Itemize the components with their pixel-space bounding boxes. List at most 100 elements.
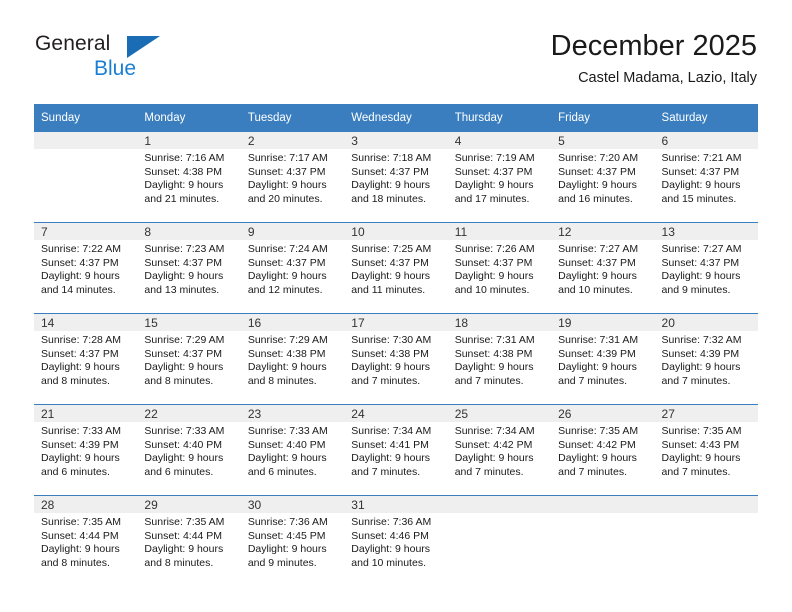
day-detail-line: and 7 minutes. <box>454 374 524 387</box>
day-details <box>448 513 551 516</box>
day-number: 25 <box>447 405 552 422</box>
calendar-day-cell[interactable]: 8 Sunrise: 7:23 AM Sunset: 4:37 PM Daylight… <box>137 222 241 314</box>
day-number: 18 <box>447 314 552 331</box>
day-details: Sunrise: 7:31 AM Sunset: 4:38 PM Daylight:… <box>448 331 551 388</box>
day-detail-line: Daylight: 9 hours <box>661 270 741 283</box>
day-details: Sunrise: 7:32 AM Sunset: 4:39 PM Daylight:… <box>655 331 758 388</box>
day-number: 23 <box>240 405 345 422</box>
day-detail-line: Sunset: 4:37 PM <box>454 256 533 269</box>
day-detail-line: Daylight: 9 hours <box>454 361 534 374</box>
day-detail-line: Sunrise: 7:33 AM <box>247 425 328 437</box>
calendar-day-cell[interactable]: 11 Sunrise: 7:26 AM Sunset: 4:37 PM Dayligh… <box>447 222 552 314</box>
day-details: Sunrise: 7:35 AM Sunset: 4:42 PM Daylight:… <box>551 422 654 479</box>
day-detail-line: and 12 minutes. <box>247 283 323 296</box>
calendar-head: Sunday Monday Tuesday Wednesday Thursday… <box>34 104 758 132</box>
day-cell-inner: 10 Sunrise: 7:25 AM Sunset: 4:37 PM Dayligh… <box>344 223 448 313</box>
calendar-week-row: 14 Sunrise: 7:28 AM Sunset: 4:37 PM Dayligh… <box>34 313 758 405</box>
day-detail-line: Sunrise: 7:36 AM <box>351 516 432 528</box>
calendar-week-row: 7 Sunrise: 7:22 AM Sunset: 4:37 PM Daylight… <box>34 222 758 314</box>
day-cell-inner: 23 Sunrise: 7:33 AM Sunset: 4:40 PM Dayligh… <box>240 405 345 495</box>
day-detail-line: Daylight: 9 hours <box>558 179 637 192</box>
weekday-header-monday: Monday <box>137 104 241 132</box>
day-cell-inner: 28 Sunrise: 7:35 AM Sunset: 4:44 PM Dayligh… <box>34 496 138 586</box>
day-number: 20 <box>654 314 758 331</box>
calendar-cell-empty <box>447 495 552 586</box>
day-detail-line: and 11 minutes. <box>351 283 426 296</box>
day-detail-line: and 7 minutes. <box>661 374 731 387</box>
day-details <box>34 149 137 152</box>
calendar-grid: Sunday Monday Tuesday Wednesday Thursday… <box>34 104 758 586</box>
calendar-day-cell[interactable]: 22 Sunrise: 7:33 AM Sunset: 4:40 PM Dayligh… <box>137 404 241 496</box>
day-number: 3 <box>344 132 448 149</box>
calendar-day-cell[interactable]: 29 Sunrise: 7:35 AM Sunset: 4:44 PM Dayligh… <box>137 495 241 586</box>
calendar-day-cell[interactable]: 3 Sunrise: 7:18 AM Sunset: 4:37 PM Daylight… <box>344 132 448 223</box>
calendar-day-cell[interactable]: 10 Sunrise: 7:25 AM Sunset: 4:37 PM Dayligh… <box>344 222 448 314</box>
calendar-day-cell[interactable]: 1 Sunrise: 7:16 AM Sunset: 4:38 PM Daylight… <box>137 132 241 223</box>
day-cell-inner: 1 Sunrise: 7:16 AM Sunset: 4:38 PM Daylight… <box>137 132 241 222</box>
calendar-day-cell[interactable]: 23 Sunrise: 7:33 AM Sunset: 4:40 PM Dayligh… <box>240 404 345 496</box>
calendar-day-cell[interactable]: 31 Sunrise: 7:36 AM Sunset: 4:46 PM Dayligh… <box>344 495 448 586</box>
calendar-day-cell[interactable]: 6 Sunrise: 7:21 AM Sunset: 4:37 PM Daylight… <box>654 132 758 223</box>
calendar-day-cell[interactable]: 9 Sunrise: 7:24 AM Sunset: 4:37 PM Daylight… <box>240 222 345 314</box>
calendar-day-cell[interactable]: 13 Sunrise: 7:27 AM Sunset: 4:37 PM Dayligh… <box>654 222 758 314</box>
day-detail-line: Sunset: 4:43 PM <box>661 438 740 451</box>
day-detail-line: Sunset: 4:37 PM <box>661 165 740 178</box>
calendar-day-cell[interactable]: 19 Sunrise: 7:31 AM Sunset: 4:39 PM Dayligh… <box>551 313 655 405</box>
calendar-page: General Blue December 2025 Castel Madama… <box>0 0 792 612</box>
day-detail-line: Sunset: 4:37 PM <box>247 256 326 269</box>
day-details <box>551 513 654 516</box>
day-detail-line: Daylight: 9 hours <box>247 452 327 465</box>
day-cell-inner <box>447 496 552 586</box>
calendar-day-cell[interactable]: 28 Sunrise: 7:35 AM Sunset: 4:44 PM Dayligh… <box>34 495 138 586</box>
day-detail-line: Sunrise: 7:27 AM <box>661 243 742 255</box>
day-cell-inner: 15 Sunrise: 7:29 AM Sunset: 4:37 PM Dayligh… <box>137 314 241 404</box>
day-cell-inner: 16 Sunrise: 7:29 AM Sunset: 4:38 PM Dayligh… <box>240 314 345 404</box>
day-details: Sunrise: 7:29 AM Sunset: 4:37 PM Daylight:… <box>137 331 240 388</box>
day-detail-line: Daylight: 9 hours <box>558 270 637 283</box>
day-detail-line: and 10 minutes. <box>454 283 530 296</box>
day-detail-line: Sunset: 4:42 PM <box>454 438 533 451</box>
day-detail-line: and 7 minutes. <box>351 374 421 387</box>
calendar-day-cell[interactable]: 20 Sunrise: 7:32 AM Sunset: 4:39 PM Dayligh… <box>654 313 758 405</box>
calendar-day-cell[interactable]: 14 Sunrise: 7:28 AM Sunset: 4:37 PM Dayligh… <box>34 313 138 405</box>
calendar-day-cell[interactable]: 16 Sunrise: 7:29 AM Sunset: 4:38 PM Dayligh… <box>240 313 345 405</box>
day-detail-line: Sunset: 4:39 PM <box>661 347 740 360</box>
day-number: 26 <box>551 405 655 422</box>
day-detail-line: Sunrise: 7:34 AM <box>351 425 432 437</box>
day-detail-line: Sunset: 4:37 PM <box>454 165 533 178</box>
day-detail-line: Sunset: 4:46 PM <box>351 529 429 542</box>
calendar-cell-empty <box>34 132 138 223</box>
day-number: 19 <box>551 314 655 331</box>
calendar-day-cell[interactable]: 7 Sunrise: 7:22 AM Sunset: 4:37 PM Daylight… <box>34 222 138 314</box>
calendar-day-cell[interactable]: 18 Sunrise: 7:31 AM Sunset: 4:38 PM Dayligh… <box>447 313 552 405</box>
day-detail-line: and 9 minutes. <box>661 283 731 296</box>
calendar-day-cell[interactable]: 17 Sunrise: 7:30 AM Sunset: 4:38 PM Dayligh… <box>344 313 448 405</box>
day-number: 2 <box>240 132 345 149</box>
day-number: 24 <box>344 405 448 422</box>
calendar-day-cell[interactable]: 26 Sunrise: 7:35 AM Sunset: 4:42 PM Dayligh… <box>551 404 655 496</box>
calendar-day-cell[interactable]: 4 Sunrise: 7:19 AM Sunset: 4:37 PM Daylight… <box>447 132 552 223</box>
calendar-day-cell[interactable]: 27 Sunrise: 7:35 AM Sunset: 4:43 PM Dayligh… <box>654 404 758 496</box>
calendar-day-cell[interactable]: 5 Sunrise: 7:20 AM Sunset: 4:37 PM Daylight… <box>551 132 655 223</box>
calendar-day-cell[interactable]: 21 Sunrise: 7:33 AM Sunset: 4:39 PM Dayligh… <box>34 404 138 496</box>
calendar-day-cell[interactable]: 25 Sunrise: 7:34 AM Sunset: 4:42 PM Dayligh… <box>447 404 552 496</box>
day-detail-line: Daylight: 9 hours <box>351 452 431 465</box>
calendar-day-cell[interactable]: 24 Sunrise: 7:34 AM Sunset: 4:41 PM Dayligh… <box>344 404 448 496</box>
day-detail-line: and 8 minutes. <box>144 374 214 387</box>
calendar-day-cell[interactable]: 12 Sunrise: 7:27 AM Sunset: 4:37 PM Dayligh… <box>551 222 655 314</box>
day-detail-line: Daylight: 9 hours <box>454 270 534 283</box>
day-detail-line: Sunrise: 7:23 AM <box>144 243 225 255</box>
day-detail-line: Daylight: 9 hours <box>661 179 741 192</box>
calendar-day-cell[interactable]: 30 Sunrise: 7:36 AM Sunset: 4:45 PM Dayligh… <box>240 495 345 586</box>
day-detail-line: and 17 minutes. <box>454 192 530 205</box>
calendar-day-cell[interactable]: 15 Sunrise: 7:29 AM Sunset: 4:37 PM Dayligh… <box>137 313 241 405</box>
day-cell-inner: 22 Sunrise: 7:33 AM Sunset: 4:40 PM Dayligh… <box>137 405 241 495</box>
day-number: 12 <box>551 223 655 240</box>
day-details: Sunrise: 7:33 AM Sunset: 4:40 PM Daylight:… <box>137 422 240 479</box>
day-cell-inner <box>551 496 655 586</box>
day-detail-line: and 10 minutes. <box>558 283 633 296</box>
calendar-day-cell[interactable]: 2 Sunrise: 7:17 AM Sunset: 4:37 PM Daylight… <box>240 132 345 223</box>
day-detail-line: Sunset: 4:40 PM <box>247 438 326 451</box>
day-detail-line: and 7 minutes. <box>351 465 421 478</box>
day-cell-inner: 18 Sunrise: 7:31 AM Sunset: 4:38 PM Dayligh… <box>447 314 552 404</box>
